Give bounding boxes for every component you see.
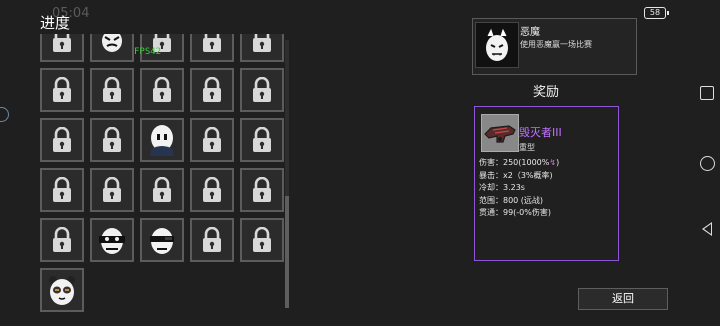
lock-icon <box>51 77 73 103</box>
achievement-cell[interactable] <box>40 218 84 262</box>
skull-face-icon <box>99 34 125 53</box>
lock-icon <box>201 177 223 203</box>
back-nav-icon[interactable] <box>702 222 712 236</box>
stat-pierce: 贯通：99(-0%伤害) <box>479 208 551 217</box>
stat-range: 范围：800 (远战) <box>479 195 544 205</box>
achievement-cell[interactable] <box>40 34 84 62</box>
lock-icon <box>251 77 273 103</box>
achievement-cell[interactable] <box>140 218 184 262</box>
battery-indicator: 58 <box>644 7 669 19</box>
demon-egg-icon <box>475 22 519 68</box>
egg-mask-icon <box>97 223 127 257</box>
floating-assist-icon[interactable] <box>0 107 9 122</box>
lock-icon <box>251 227 273 253</box>
system-nav-bar <box>698 80 718 250</box>
home-icon[interactable] <box>700 156 715 171</box>
lock-icon <box>101 77 123 103</box>
achievement-cell[interactable] <box>240 218 284 262</box>
fps-counter: FPS42 <box>134 47 162 57</box>
lock-icon <box>201 77 223 103</box>
achievement-cell[interactable] <box>140 118 184 162</box>
achievement-cell[interactable] <box>240 34 284 62</box>
lock-icon <box>151 77 173 103</box>
recent-apps-icon[interactable] <box>700 86 714 100</box>
achievement-cell[interactable] <box>40 168 84 212</box>
lock-icon <box>51 127 73 153</box>
achievement-cell[interactable] <box>140 68 184 112</box>
achievement-cell[interactable] <box>40 68 84 112</box>
achievement-cell[interactable] <box>240 168 284 212</box>
lock-icon <box>101 127 123 153</box>
achievement-card: 恶魔 使用恶魔赢一场比赛 <box>472 18 637 75</box>
achievement-cell[interactable] <box>190 34 234 62</box>
lock-icon <box>251 127 273 153</box>
stat-cooldown: 冷却：3.23s <box>479 183 525 192</box>
weapon-type: 重型 <box>519 143 535 152</box>
achievement-cell[interactable] <box>190 218 234 262</box>
achievement-description: 使用恶魔赢一场比赛 <box>520 40 592 49</box>
achievement-cell[interactable] <box>90 218 134 262</box>
achievement-cell[interactable] <box>90 68 134 112</box>
lock-icon <box>101 177 123 203</box>
achievement-cell[interactable] <box>240 118 284 162</box>
achievement-cell[interactable] <box>140 168 184 212</box>
egg-shades-icon <box>147 223 177 257</box>
achievement-cell[interactable] <box>40 268 84 312</box>
lock-icon <box>251 177 273 203</box>
lock-icon <box>201 34 223 53</box>
achievement-cell[interactable] <box>190 118 234 162</box>
achievement-cell[interactable] <box>190 168 234 212</box>
achievement-cell[interactable] <box>90 168 134 212</box>
egg-scarf-icon <box>147 123 177 157</box>
stat-damage: 伤害：250(1000%↯) <box>479 158 560 167</box>
achievement-name: 恶魔 <box>520 27 540 38</box>
achievement-cell[interactable] <box>90 118 134 162</box>
weapon-stats: 伤害：250(1000%↯) 暴击：x2（3%概率) 冷却：3.23s 范围：8… <box>479 157 559 220</box>
stat-crit: 暴击：x2（3%概率) <box>479 170 553 180</box>
page-title: 进度 <box>40 14 71 32</box>
achievement-cell[interactable] <box>190 68 234 112</box>
achievement-grid <box>38 34 290 326</box>
lock-icon <box>51 177 73 203</box>
lock-icon <box>51 34 73 53</box>
lock-icon <box>251 34 273 53</box>
lock-icon <box>201 127 223 153</box>
reward-title: 奖励 <box>533 85 560 100</box>
egg-panda-icon <box>47 273 77 307</box>
achievement-cell[interactable] <box>40 118 84 162</box>
achievement-cell[interactable] <box>240 68 284 112</box>
grid-scroll-thumb[interactable] <box>285 196 289 308</box>
lock-icon <box>151 177 173 203</box>
lock-icon <box>201 227 223 253</box>
heavy-gun-icon <box>481 114 519 152</box>
reward-card: 毁灭者III 重型 伤害：250(1000%↯) 暴击：x2（3%概率) 冷却：… <box>474 106 619 261</box>
weapon-name: 毁灭者III <box>519 126 562 139</box>
back-button[interactable]: 返回 <box>578 288 668 310</box>
achievement-cell[interactable] <box>90 34 134 62</box>
lock-icon <box>51 227 73 253</box>
